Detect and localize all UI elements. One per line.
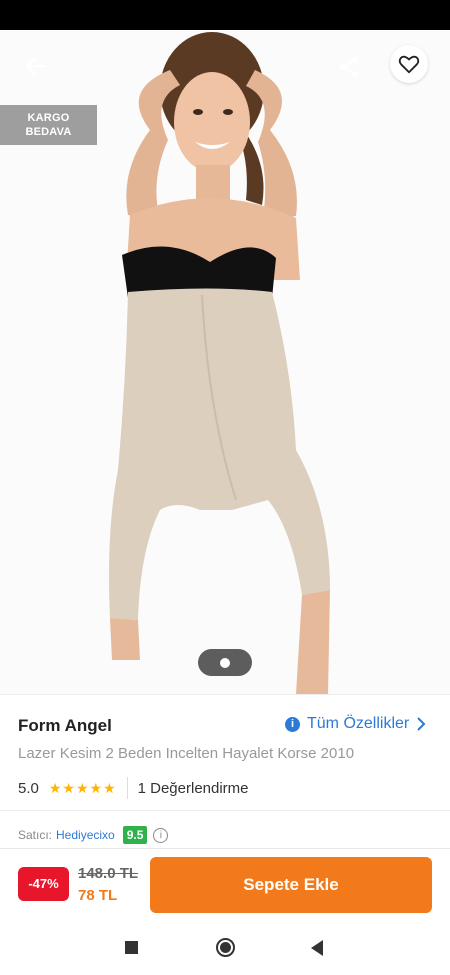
system-nav-bar bbox=[0, 920, 450, 975]
divider bbox=[0, 694, 450, 695]
status-bar bbox=[0, 0, 450, 30]
info-icon: i bbox=[285, 716, 300, 732]
add-to-cart-button[interactable]: Sepete Ekle bbox=[150, 857, 432, 913]
pager-dot-active bbox=[220, 657, 230, 668]
discount-badge: -47% bbox=[18, 867, 69, 901]
old-price: 148.0 TL bbox=[78, 865, 139, 882]
arrow-left-icon bbox=[25, 56, 47, 76]
badge-line1: KARGO bbox=[27, 112, 70, 124]
star-rating-icon: ★★★★★ bbox=[48, 779, 117, 796]
share-icon bbox=[340, 57, 358, 77]
divider bbox=[0, 810, 450, 811]
free-shipping-badge: KARGO BEDAVA bbox=[0, 105, 97, 145]
heart-outline-icon bbox=[398, 55, 420, 74]
product-title: Lazer Kesim 2 Beden Incelten Hayalet Kor… bbox=[18, 745, 355, 762]
back-triangle-icon[interactable] bbox=[311, 940, 323, 956]
rating-value: 5.0 bbox=[18, 779, 39, 797]
purchase-bar: -47% 148.0 TL 78 TL Sepete Ekle bbox=[0, 848, 450, 920]
all-features-label: Tüm Özellikler bbox=[307, 715, 410, 732]
rating-row[interactable]: 5.0 ★★★★★ 1 Değerlendirme bbox=[18, 776, 249, 800]
favorite-button[interactable] bbox=[390, 45, 428, 83]
current-price: 78 TL bbox=[78, 887, 118, 904]
badge-line2: BEDAVA bbox=[25, 126, 72, 138]
seller-label: Satıcı: bbox=[18, 828, 53, 842]
brand-name[interactable]: Form Angel bbox=[18, 716, 112, 736]
product-image-gallery[interactable]: KARGO BEDAVA bbox=[0, 30, 450, 694]
back-button[interactable] bbox=[18, 48, 54, 84]
image-pager[interactable] bbox=[198, 649, 252, 676]
review-count[interactable]: 1 Değerlendirme bbox=[138, 780, 249, 797]
rating-separator bbox=[126, 777, 128, 799]
seller-name-link[interactable]: Hediyecixo bbox=[56, 828, 115, 842]
all-features-link[interactable]: i Tüm Özellikler bbox=[285, 715, 426, 733]
info-icon[interactable]: i bbox=[153, 827, 169, 843]
share-button[interactable] bbox=[330, 48, 368, 86]
seller-score-badge: 9.5 bbox=[122, 826, 148, 844]
recent-apps-icon[interactable] bbox=[125, 941, 138, 954]
seller-row: Satıcı: Hediyecixo 9.5 i bbox=[18, 826, 169, 844]
home-icon[interactable] bbox=[216, 938, 235, 957]
chevron-right-icon bbox=[417, 717, 426, 731]
